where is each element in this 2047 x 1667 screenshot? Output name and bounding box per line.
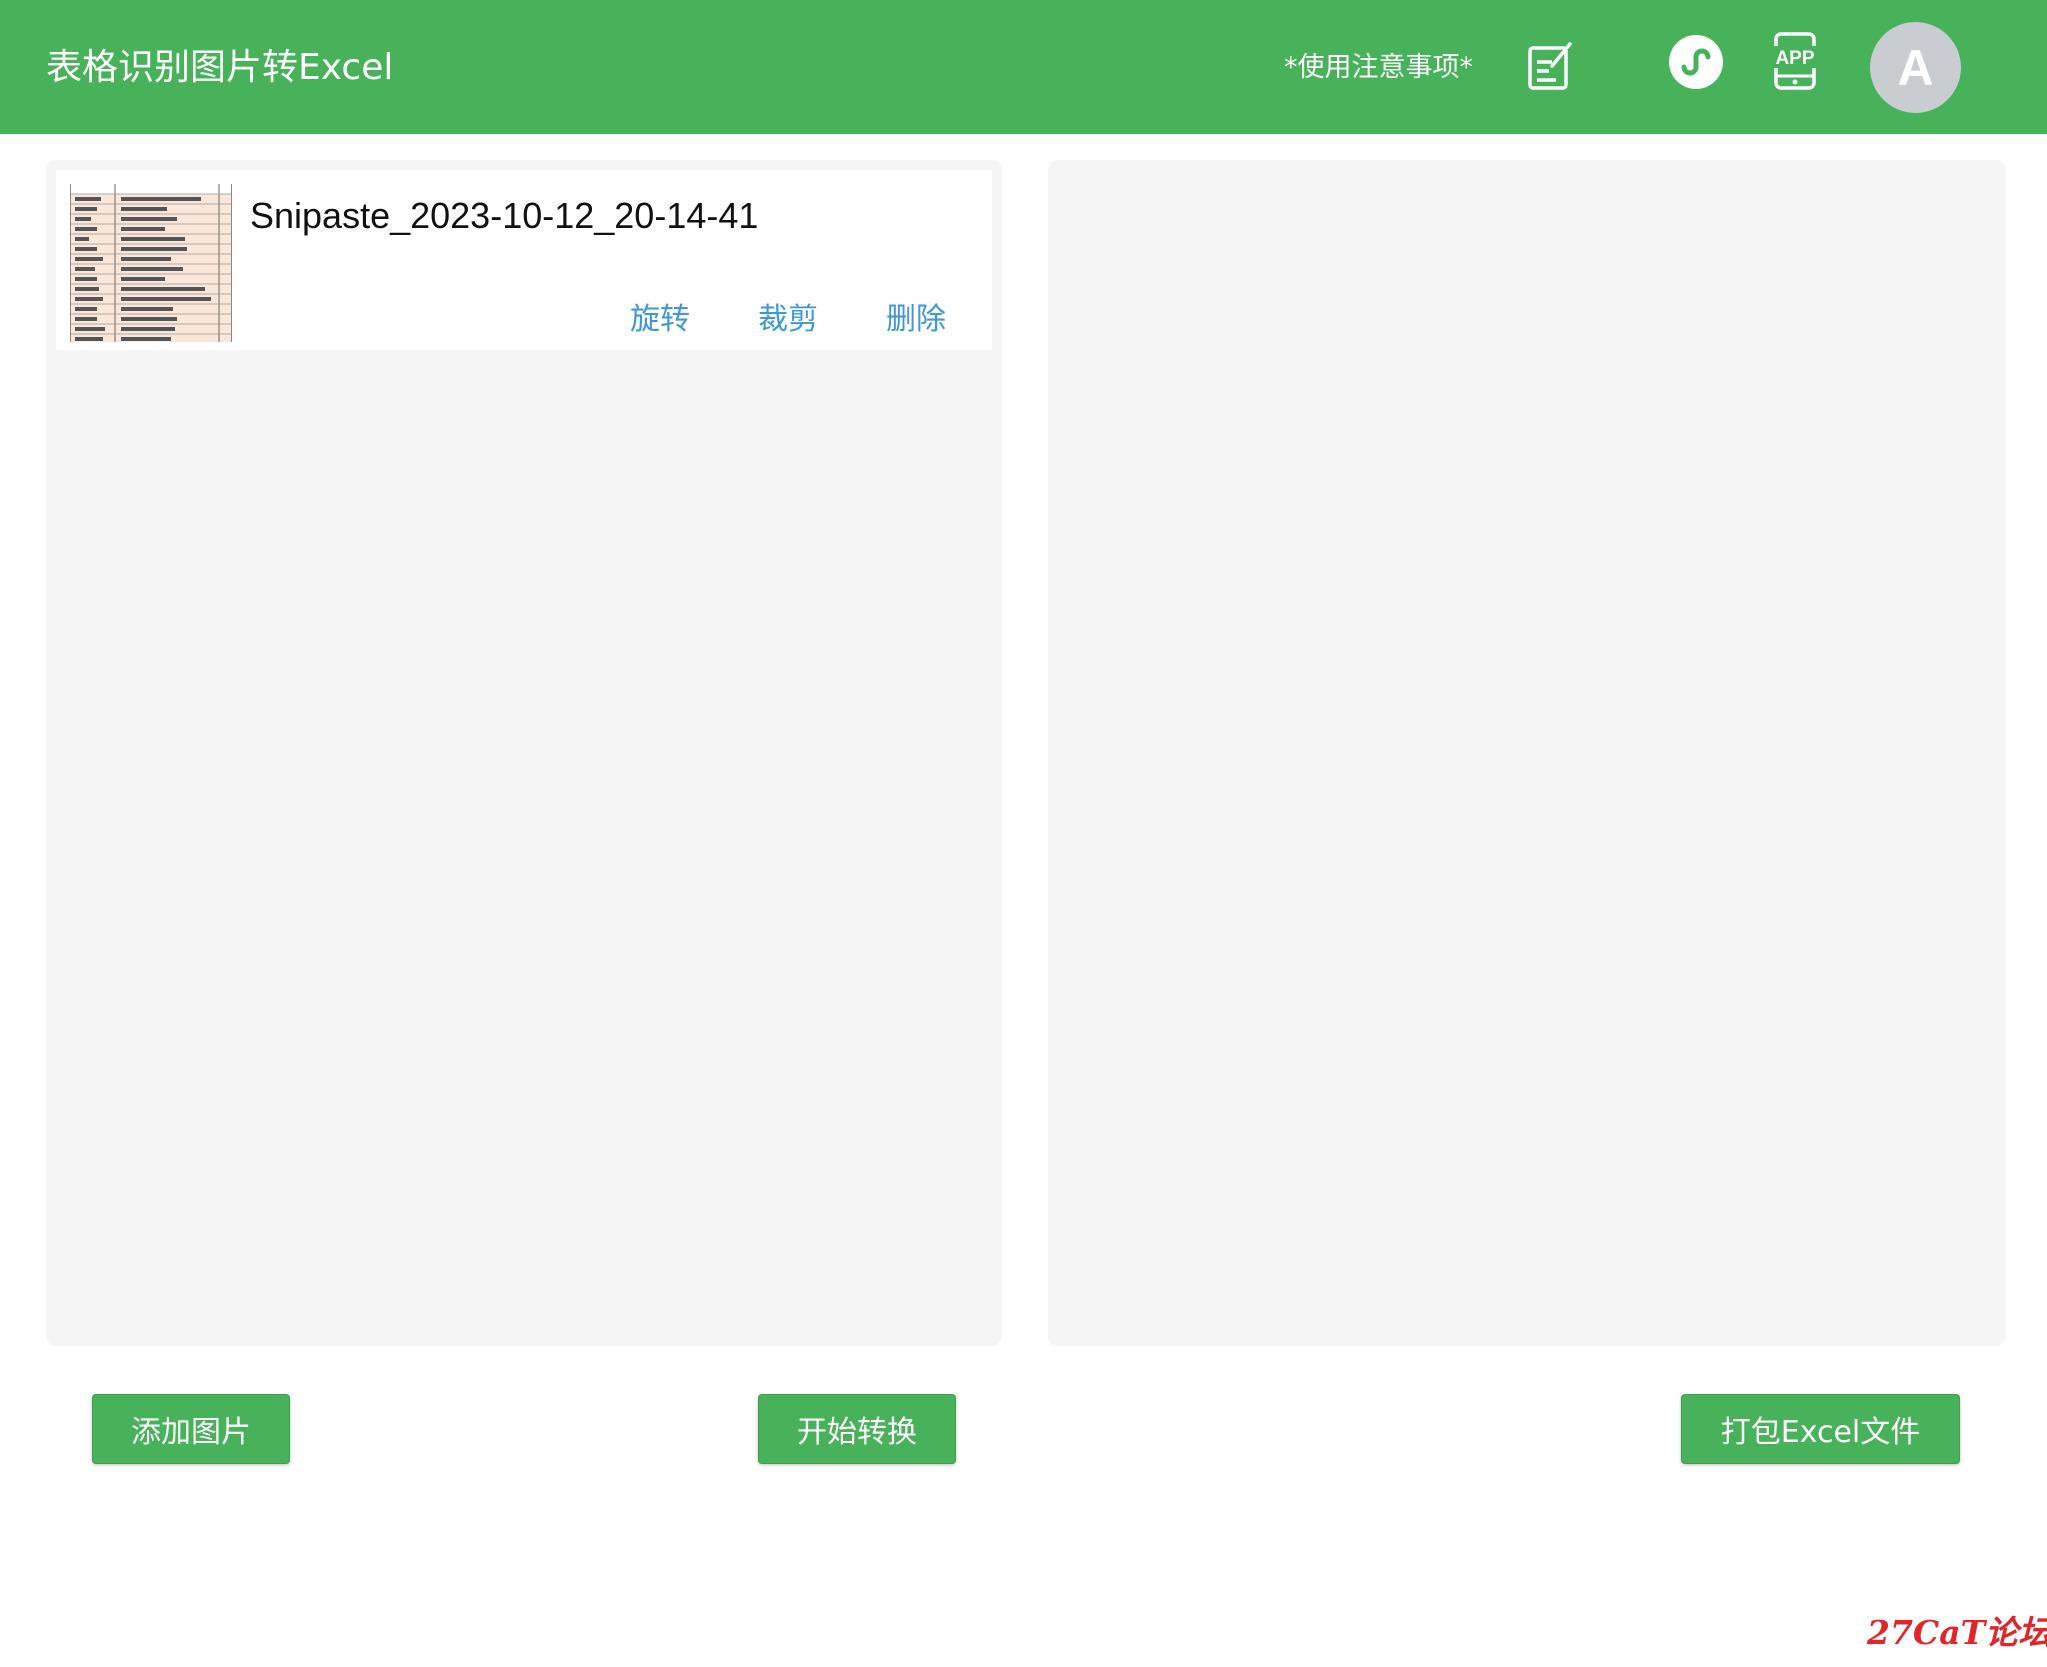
- rotate-button[interactable]: 旋转: [630, 300, 690, 340]
- svg-text:APP: APP: [1775, 48, 1814, 69]
- crop-button[interactable]: 裁剪: [758, 300, 818, 340]
- file-name: Snipaste_2023-10-12_20-14-41: [250, 195, 759, 236]
- app-download-icon[interactable]: APP: [1770, 32, 1820, 90]
- file-thumbnail[interactable]: [70, 184, 232, 342]
- add-image-button[interactable]: 添加图片: [92, 1394, 290, 1464]
- pack-excel-button[interactable]: 打包Excel文件: [1681, 1394, 1960, 1464]
- forum-watermark: 27CaT论坛: [1867, 1613, 2047, 1652]
- note-edit-icon[interactable]: [1526, 40, 1574, 92]
- start-convert-button[interactable]: 开始转换: [758, 1394, 956, 1464]
- result-panel: [1048, 160, 2006, 1346]
- delete-button[interactable]: 删除: [886, 300, 946, 340]
- mini-program-link-icon[interactable]: [1668, 34, 1724, 90]
- image-list-panel: Snipaste_2023-10-12_20-14-41 旋转 裁剪 删除: [46, 160, 1002, 1346]
- usage-notice-link[interactable]: *使用注意事项*: [1284, 48, 1473, 88]
- file-card: Snipaste_2023-10-12_20-14-41 旋转 裁剪 删除: [56, 170, 992, 350]
- user-avatar[interactable]: A: [1870, 22, 1961, 113]
- app-title: 表格识别图片转Excel: [46, 47, 394, 88]
- app-header: 表格识别图片转Excel *使用注意事项* APP A: [0, 0, 2047, 134]
